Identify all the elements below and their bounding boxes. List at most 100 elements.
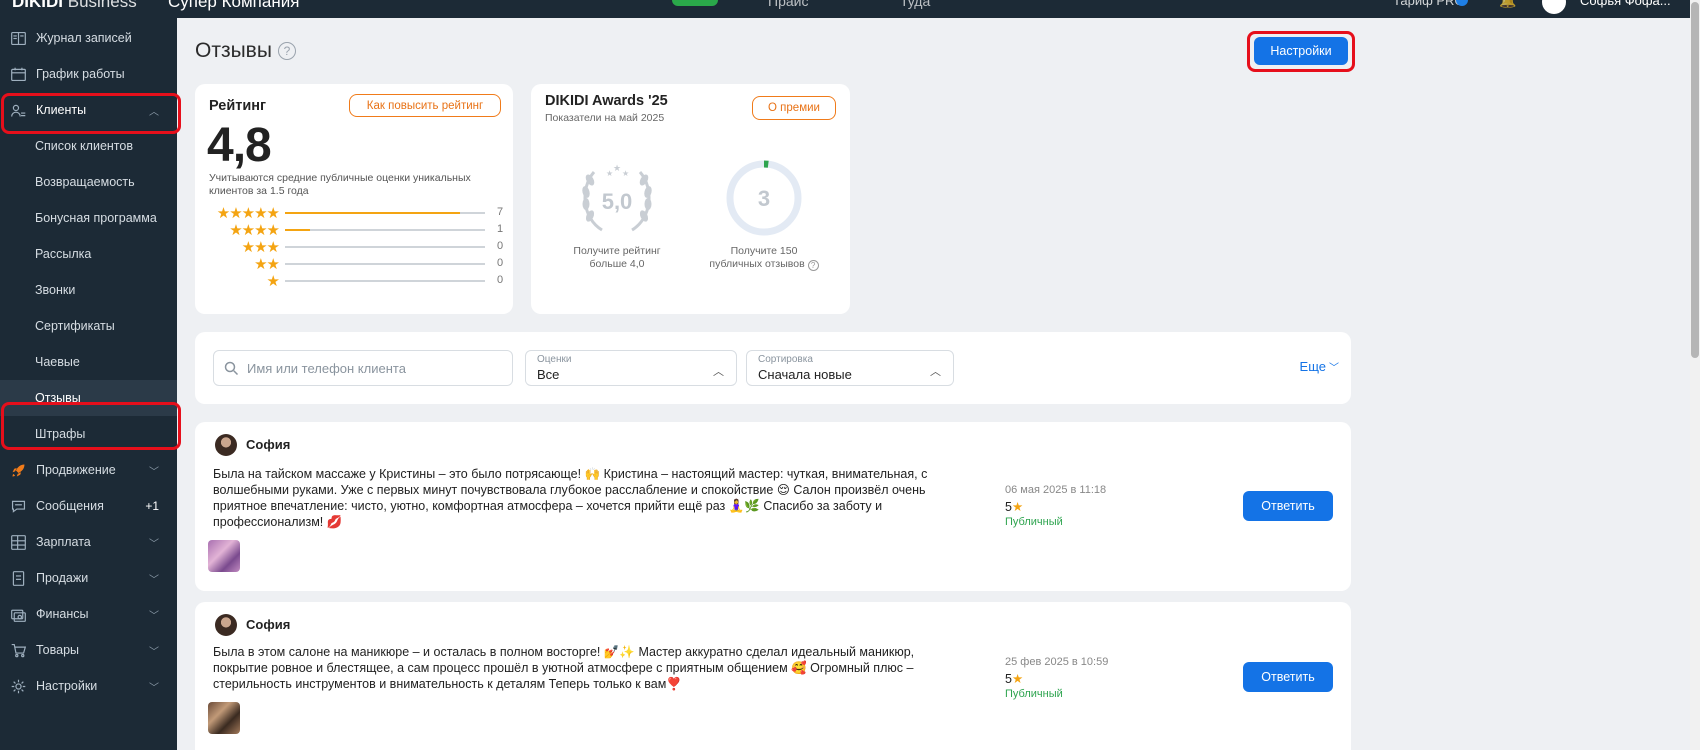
svg-text:★: ★ [613,163,621,173]
money-icon [8,604,28,624]
tariff-label[interactable]: Тариф PRO [1393,0,1465,8]
rating-filter-select[interactable]: Оценки Все ︿ [525,350,737,386]
select-value: Все [537,367,560,382]
sidebar-item-tips[interactable]: Чаевые [0,344,177,380]
receipt-icon [8,568,28,588]
chevron-down-icon: ﹀ [149,646,159,658]
review-visibility: Публичный [1005,516,1063,528]
sidebar-item-calls[interactable]: Звонки [0,272,177,308]
sidebar-item-mailing[interactable]: Рассылка [0,236,177,272]
sidebar-item-products[interactable]: Товары ﹀ [0,632,177,668]
svg-text:★: ★ [622,169,629,178]
rating-row-5: ★★★★★ 7 [209,205,503,222]
rating-bar-fill [285,228,310,231]
ring-caption: Получите 150 публичных отзывов ? [694,245,834,271]
star-icon: ★★★ [241,239,280,256]
sidebar-item-reviews[interactable]: Отзывы [0,380,177,416]
rating-count: 0 [497,274,504,286]
search-input[interactable] [247,360,497,376]
help-icon[interactable]: ? [277,42,296,60]
review-card: София Была в этом салоне на маникюре – и… [195,602,1351,750]
rating-count: 0 [497,240,504,252]
sidebar-item-label: Клиенты [36,103,87,117]
sidebar-item-messages[interactable]: Сообщения +1 [0,488,177,524]
review-score: 5★ [1005,672,1024,686]
sidebar-item-certificates[interactable]: Сертификаты [0,308,177,344]
page-scrollbar[interactable] [1690,0,1700,750]
top-nav-item[interactable]: Прайс [768,0,808,9]
sidebar-item-retention[interactable]: Возвращаемость [0,164,177,200]
review-text: Была в этом салоне на маникюре – и остал… [213,645,915,691]
cart-icon [8,640,28,660]
sidebar-item-label: Бонусная программа [35,211,157,225]
chevron-down-icon: ﹀ [149,610,159,622]
chevron-up-icon: ︿ [713,366,724,378]
sidebar-item-journal[interactable]: Журнал записей [0,20,177,56]
sidebar-item-label: Список клиентов [35,139,133,153]
review-photo[interactable] [208,702,240,734]
review-score: 5★ [1005,500,1024,514]
search-field[interactable] [213,350,513,386]
awards-card: DIKIDI Awards '25 Показатели на май 2025… [531,84,850,314]
star-icon: ★★★★ [229,222,280,239]
rating-bar [285,228,485,231]
sidebar-item-promotion[interactable]: Продвижение ﹀ [0,452,177,488]
top-nav-item[interactable]: Туда [900,0,930,9]
sort-select[interactable]: Сортировка Сначала новые ︿ [746,350,954,386]
rating-count: 7 [497,206,504,218]
chevron-down-icon: ﹀ [149,466,159,478]
rating-value: 4,8 [207,119,272,172]
review-meta: 06 мая 2025 в 11:18 5★ Публичный [1005,484,1205,528]
help-icon[interactable]: ? [807,260,819,271]
avatar[interactable] [1542,0,1566,14]
chevron-down-icon: ﹀ [149,682,159,694]
about-award-button[interactable]: О премии [752,96,836,120]
top-bar: DIKIDI Business Супер Компания Прайс Туд… [0,0,1690,18]
chevron-down-icon: ﹀ [1329,363,1339,374]
sidebar-item-bonus[interactable]: Бонусная программа [0,200,177,236]
chat-icon [8,496,28,516]
sidebar-item-label: Чаевые [35,355,80,369]
more-filters-link[interactable]: Еще ﹀ [1300,359,1339,374]
sidebar-item-label: Продажи [36,571,89,585]
select-label: Сортировка [758,354,813,365]
search-icon [224,361,239,376]
reply-button[interactable]: Ответить [1243,662,1333,692]
rating-bar [285,263,485,265]
sidebar-item-clients[interactable]: Клиенты ︿ [0,92,177,128]
sidebar-item-salary[interactable]: Зарплата ﹀ [0,524,177,560]
scrollbar-thumb[interactable] [1691,2,1699,358]
sidebar-item-sales[interactable]: Продажи ﹀ [0,560,177,596]
bell-icon[interactable]: 🔔 [1499,0,1516,9]
sidebar-item-schedule[interactable]: График работы [0,56,177,92]
improve-rating-button[interactable]: Как повысить рейтинг [349,94,501,117]
reviewer-name: София [246,437,291,452]
review-photo[interactable] [208,540,240,572]
clients-icon [8,100,28,120]
sidebar-item-fines[interactable]: Штрафы [0,416,177,452]
sidebar-item-settings[interactable]: Настройки ﹀ [0,668,177,704]
awards-title: DIKIDI Awards '25 [545,93,668,109]
select-label: Оценки [537,354,572,365]
review-date: 06 мая 2025 в 11:18 [1005,484,1107,496]
sidebar-item-label: Штрафы [35,427,86,441]
sidebar: Журнал записей График работы Клиенты ︿ С… [0,18,177,750]
sidebar-item-finance[interactable]: Финансы ﹀ [0,596,177,632]
brand-logo[interactable]: DIKIDI Business [12,0,137,12]
page-title-text: Отзывы [195,39,272,62]
user-name[interactable]: Софья Фофа... [1580,0,1671,8]
company-name[interactable]: Супер Компания [168,0,299,12]
settings-button[interactable]: Настройки [1254,37,1348,65]
review-date: 25 фев 2025 в 10:59 [1005,656,1109,668]
laurel-icon: ★ ★ ★ 5,0 [582,163,652,232]
sidebar-item-label: Продвижение [36,463,116,477]
review-card: София Была на тайском массаже у Кристины… [195,422,1351,591]
sidebar-item-label: Отзывы [35,391,81,405]
sidebar-item-label: Зарплата [36,535,91,549]
sidebar-item-client-list[interactable]: Список клиентов [0,128,177,164]
star-icon: ★ [266,273,280,290]
reply-button[interactable]: Ответить [1243,491,1333,521]
unread-badge: +1 [145,499,159,513]
rating-row-2: ★★ 0 [209,256,503,273]
sidebar-item-label: Финансы [36,607,89,621]
